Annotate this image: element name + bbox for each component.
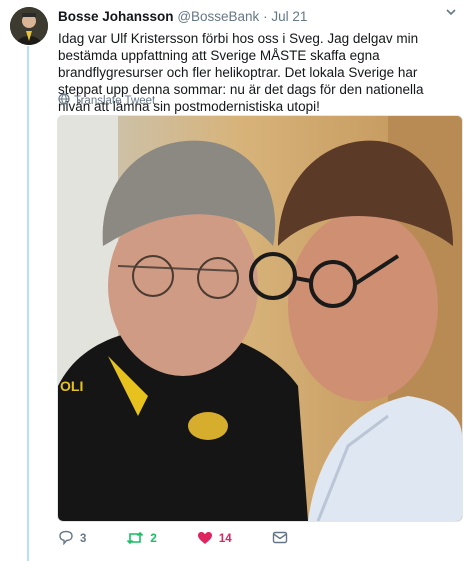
chevron-down-icon[interactable] [445, 6, 457, 21]
thread-line [27, 46, 29, 561]
avatar[interactable] [10, 7, 48, 45]
author-name[interactable]: Bosse Johansson [58, 9, 174, 24]
tweet-date[interactable]: Jul 21 [271, 9, 307, 24]
tweet-photo[interactable]: OLI [57, 115, 463, 522]
reply-count: 3 [80, 533, 87, 545]
reply-icon [58, 530, 74, 548]
author-handle[interactable]: @BosseBank [177, 9, 259, 24]
heart-icon [197, 531, 213, 548]
separator: · [263, 9, 268, 24]
retweet-button[interactable]: 2 [126, 531, 157, 548]
shirt-text: OLI [60, 378, 83, 394]
direct-message-button[interactable] [272, 531, 288, 547]
reply-button[interactable]: 3 [58, 530, 86, 548]
retweet-icon [126, 531, 144, 548]
translate-label: Translate Tweet [74, 94, 156, 107]
message-icon [272, 531, 288, 547]
retweet-count: 2 [150, 533, 157, 545]
like-button[interactable]: 14 [197, 531, 232, 548]
globe-icon [58, 93, 70, 108]
tweet-header: Bosse Johansson @BosseBank · Jul 21 [58, 9, 439, 24]
tweet-actions: 3 2 14 [58, 530, 288, 548]
translate-tweet-link[interactable]: Translate Tweet [58, 93, 155, 108]
like-count: 14 [218, 533, 232, 545]
